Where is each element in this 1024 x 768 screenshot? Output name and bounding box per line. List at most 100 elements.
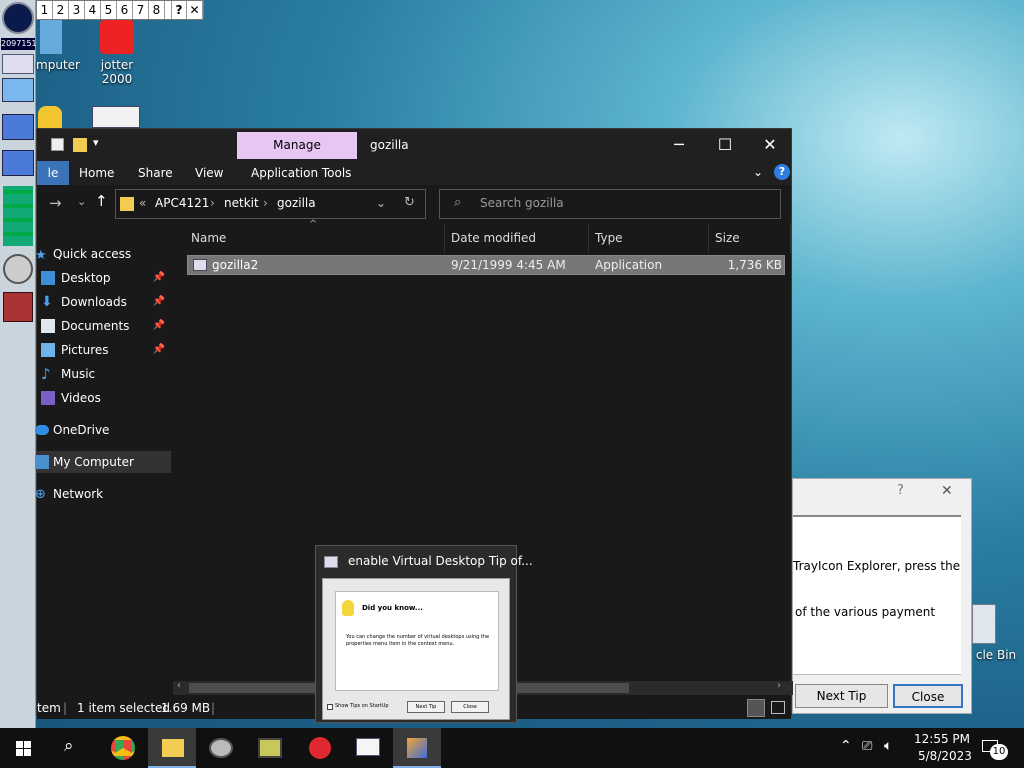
cd-icon[interactable] xyxy=(3,254,33,284)
taskbar-app-2[interactable] xyxy=(246,728,294,768)
search-box[interactable]: ⌕ Search gozilla xyxy=(439,189,781,219)
pin-icon[interactable]: 📌 xyxy=(153,315,165,337)
table-row[interactable]: gozilla2 9/21/1999 4:45 AM Application 1… xyxy=(187,255,785,275)
star-icon: ★ xyxy=(35,248,47,263)
vdesk-button-2[interactable]: 2 xyxy=(53,1,69,19)
desktop-app-icon-2[interactable] xyxy=(2,150,34,176)
nav-item-onedrive[interactable]: OneDrive xyxy=(35,419,171,441)
volume-icon[interactable]: 🔈︎ xyxy=(884,738,892,754)
vdesk-button-3[interactable]: 3 xyxy=(69,1,85,19)
vdesk-button-7[interactable]: 7 xyxy=(133,1,149,19)
help-button[interactable]: ? xyxy=(897,483,904,498)
nav-item-my-computer[interactable]: My Computer xyxy=(35,451,171,473)
show-hidden-icons[interactable]: ⌃ xyxy=(840,738,852,754)
taskbar-app-3[interactable] xyxy=(295,728,343,768)
vdesk-button-8[interactable]: 8 xyxy=(149,1,165,19)
pin-icon[interactable]: 📌 xyxy=(153,291,165,313)
show-tips-checkbox[interactable] xyxy=(327,704,333,710)
desktop-icon-recycle-bin[interactable]: cle Bin xyxy=(968,604,1024,662)
paste-app-icon[interactable] xyxy=(92,106,140,128)
vdesk-button-4[interactable]: 4 xyxy=(85,1,101,19)
vdesk-button-5[interactable]: 5 xyxy=(101,1,117,19)
details-view-icon[interactable] xyxy=(747,699,765,717)
start-button[interactable] xyxy=(0,728,48,768)
close-button[interactable]: ✕ xyxy=(747,129,793,161)
column-header-date[interactable]: Date modified xyxy=(451,223,589,253)
clock-time[interactable]: 12:55 PM xyxy=(914,732,970,746)
close-icon[interactable]: ✕ xyxy=(941,483,953,499)
network-icon[interactable]: ⎚ xyxy=(862,739,872,754)
next-tip-button[interactable]: Next Tip xyxy=(795,684,888,708)
next-tip-button[interactable]: Next Tip xyxy=(407,701,445,713)
nav-item-videos[interactable]: Videos xyxy=(37,387,171,409)
address-bar[interactable]: « APC4121 › netkit › gozilla ⌄ ↻ xyxy=(115,189,426,219)
taskbar-app-1[interactable] xyxy=(197,728,245,768)
desktop-icon-jotter[interactable]: jotter 2000 xyxy=(84,20,150,86)
vdesk-button-6[interactable]: 6 xyxy=(117,1,133,19)
tab-view[interactable]: View xyxy=(195,161,223,185)
scroll-right-icon[interactable]: › xyxy=(777,680,781,691)
chevron-down-icon[interactable]: ▾ xyxy=(93,136,99,149)
column-header-name[interactable]: Name xyxy=(191,223,445,253)
nav-item-quick-access[interactable]: ★ Quick access xyxy=(35,243,171,265)
tab-file[interactable]: le xyxy=(37,161,69,185)
new-folder-icon[interactable] xyxy=(73,138,87,152)
breadcrumb-netkit[interactable]: netkit xyxy=(224,196,259,210)
vdesk-help-button[interactable]: ? xyxy=(171,1,187,19)
nav-item-desktop[interactable]: Desktop 📌 xyxy=(37,267,171,289)
notification-button[interactable]: 10 xyxy=(982,736,1008,760)
drive-icon[interactable] xyxy=(2,54,34,74)
column-header-size[interactable]: Size xyxy=(715,223,791,253)
help-icon[interactable]: ? xyxy=(774,164,790,180)
search-button[interactable]: ⌕ xyxy=(48,728,96,768)
clock-date[interactable]: 5/8/2023 xyxy=(918,749,972,763)
breadcrumb-gozilla[interactable]: gozilla xyxy=(277,196,316,210)
folder-icon xyxy=(162,739,184,757)
large-icons-view-icon[interactable] xyxy=(771,701,785,714)
grid-panel-icon[interactable] xyxy=(3,186,33,246)
status-divider: | xyxy=(63,701,68,715)
close-button[interactable]: Close xyxy=(451,701,489,713)
pin-icon[interactable]: 📌 xyxy=(153,339,165,361)
address-row: → ⌄ ↑ « APC4121 › netkit › gozilla ⌄ ↻ ⌕… xyxy=(37,185,791,223)
properties-icon[interactable] xyxy=(51,138,64,151)
address-dropdown-icon[interactable]: ⌄ xyxy=(376,196,386,210)
folder-icon xyxy=(120,197,134,211)
desktop-app-icon-1[interactable] xyxy=(2,114,34,140)
taskbar-app-4[interactable] xyxy=(344,728,392,768)
expand-ribbon-icon[interactable]: ⌄ xyxy=(753,165,763,179)
monitor-icon[interactable] xyxy=(2,78,34,102)
nav-item-network[interactable]: ⊕ Network xyxy=(35,483,171,505)
recent-locations-icon[interactable]: ⌄ xyxy=(77,195,86,208)
forward-icon[interactable]: → xyxy=(49,194,62,212)
refresh-icon[interactable]: ↻ xyxy=(404,195,415,210)
taskbar-chrome[interactable] xyxy=(99,728,147,768)
taskbar-file-explorer[interactable] xyxy=(148,728,196,768)
up-icon[interactable]: ↑ xyxy=(95,192,108,210)
nav-item-music[interactable]: ♪ Music xyxy=(37,363,171,385)
minimize-button[interactable]: ─ xyxy=(656,129,702,161)
breadcrumb-apc4121[interactable]: APC4121 xyxy=(155,196,209,210)
desktop-icon-computer[interactable]: mputer xyxy=(36,20,80,72)
paste-icon xyxy=(356,738,380,756)
vdesk-button-1[interactable]: 1 xyxy=(37,1,53,19)
address-overflow[interactable]: « xyxy=(139,196,146,210)
tab-manage[interactable]: Manage xyxy=(237,132,357,159)
nav-item-pictures[interactable]: Pictures 📌 xyxy=(37,339,171,361)
tab-share[interactable]: Share xyxy=(138,161,173,185)
folder-app-icon[interactable] xyxy=(38,106,62,128)
column-header-type[interactable]: Type xyxy=(595,223,709,253)
scroll-left-icon[interactable]: ‹ xyxy=(177,680,181,691)
tab-application-tools[interactable]: Application Tools xyxy=(251,161,351,185)
nav-item-downloads[interactable]: ⬇ Downloads 📌 xyxy=(37,291,171,313)
search-input[interactable]: Search gozilla xyxy=(480,196,564,210)
close-button[interactable]: Close xyxy=(893,684,963,708)
taskbar-app-5[interactable] xyxy=(393,728,441,768)
printer-icon[interactable] xyxy=(3,292,33,322)
clock-icon[interactable] xyxy=(2,2,34,34)
nav-item-documents[interactable]: Documents 📌 xyxy=(37,315,171,337)
vdesk-close-button[interactable]: ✕ xyxy=(187,1,203,19)
tab-home[interactable]: Home xyxy=(79,161,114,185)
maximize-button[interactable]: ☐ xyxy=(702,129,748,161)
pin-icon[interactable]: 📌 xyxy=(153,267,165,289)
